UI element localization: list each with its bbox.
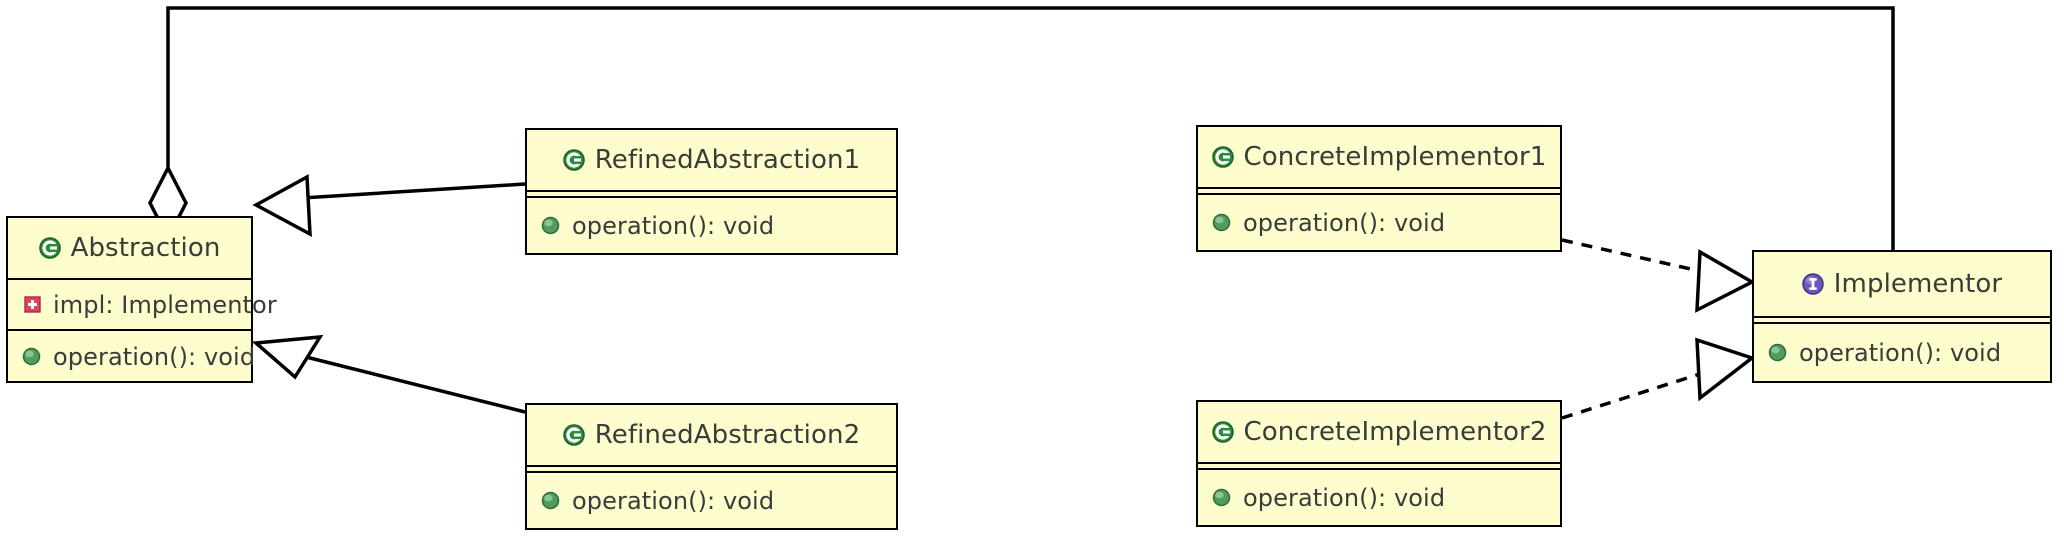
method-label: operation(): void (572, 211, 775, 240)
method-label: operation(): void (53, 342, 256, 371)
method-label: operation(): void (1243, 483, 1446, 512)
method-label: operation(): void (572, 486, 775, 515)
method-icon (541, 216, 560, 235)
relationship-realization-concrete1-implementor (1561, 238, 1756, 313)
field-row[interactable]: impl: Implementor (8, 280, 277, 331)
class-box-concrete-implementor-1[interactable]: ConcreteImplementor1 operation(): void (1196, 125, 1562, 252)
aggregation-path (166, 6, 1895, 250)
class-box-implementor[interactable]: Implementor operation(): void (1752, 250, 2052, 383)
method-row[interactable]: operation(): void (1198, 470, 1560, 525)
hollow-triangle-icon (251, 334, 324, 380)
relationship-generalization-refined2-abstraction (251, 334, 526, 414)
hollow-triangle-icon (1695, 249, 1756, 313)
method-row[interactable]: operation(): void (527, 198, 896, 253)
class-box-refined-abstraction-2[interactable]: RefinedAbstraction2 operation(): void (525, 403, 898, 530)
class-header-abstraction: Abstraction (8, 218, 251, 280)
method-icon (541, 491, 560, 510)
method-row[interactable]: operation(): void (8, 331, 255, 382)
class-header-implementor: Implementor (1754, 252, 2050, 318)
generalization-line (305, 355, 526, 414)
class-name-label: Implementor (1833, 269, 2003, 299)
class-header-refined-abstraction-1: RefinedAbstraction1 (527, 130, 896, 192)
method-icon (1212, 488, 1231, 507)
class-name-label: RefinedAbstraction2 (594, 420, 861, 450)
method-row[interactable]: operation(): void (1754, 324, 2050, 381)
class-box-concrete-implementor-2[interactable]: ConcreteImplementor2 operation(): void (1196, 400, 1562, 527)
class-icon (1211, 421, 1234, 443)
class-icon (38, 237, 61, 259)
class-name-label: ConcreteImplementor1 (1243, 142, 1547, 172)
realization-line (1561, 238, 1705, 274)
method-icon (1212, 213, 1231, 232)
uml-diagram-canvas: Abstraction impl: Implementor operation(… (0, 0, 2064, 538)
relationship-aggregation-abstraction-implementor (148, 6, 1895, 250)
class-name-label: RefinedAbstraction1 (594, 145, 861, 175)
method-row[interactable]: operation(): void (1198, 195, 1560, 250)
method-label: operation(): void (1243, 208, 1446, 237)
relationship-generalization-refined1-abstraction (252, 174, 526, 238)
class-icon (1211, 146, 1234, 168)
class-header-concrete-implementor-1: ConcreteImplementor1 (1198, 127, 1560, 189)
hollow-triangle-icon (252, 174, 312, 238)
interface-icon (1802, 273, 1824, 295)
generalization-line (301, 182, 526, 200)
method-icon (1768, 343, 1787, 362)
realization-line (1561, 370, 1707, 420)
hollow-triangle-icon (1695, 337, 1756, 402)
field-icon (24, 296, 41, 313)
method-label: operation(): void (1799, 338, 2002, 367)
method-icon (22, 347, 41, 366)
class-header-refined-abstraction-2: RefinedAbstraction2 (527, 405, 896, 467)
relationship-realization-concrete2-implementor (1561, 337, 1756, 420)
class-header-concrete-implementor-2: ConcreteImplementor2 (1198, 402, 1560, 464)
class-icon (563, 149, 585, 171)
method-row[interactable]: operation(): void (527, 473, 896, 528)
class-box-refined-abstraction-1[interactable]: RefinedAbstraction1 operation(): void (525, 128, 898, 255)
class-box-abstraction[interactable]: Abstraction impl: Implementor operation(… (6, 216, 277, 383)
class-icon (563, 424, 585, 446)
class-name-label: ConcreteImplementor2 (1243, 417, 1547, 447)
field-label: impl: Implementor (53, 290, 277, 319)
class-name-label: Abstraction (70, 233, 221, 263)
